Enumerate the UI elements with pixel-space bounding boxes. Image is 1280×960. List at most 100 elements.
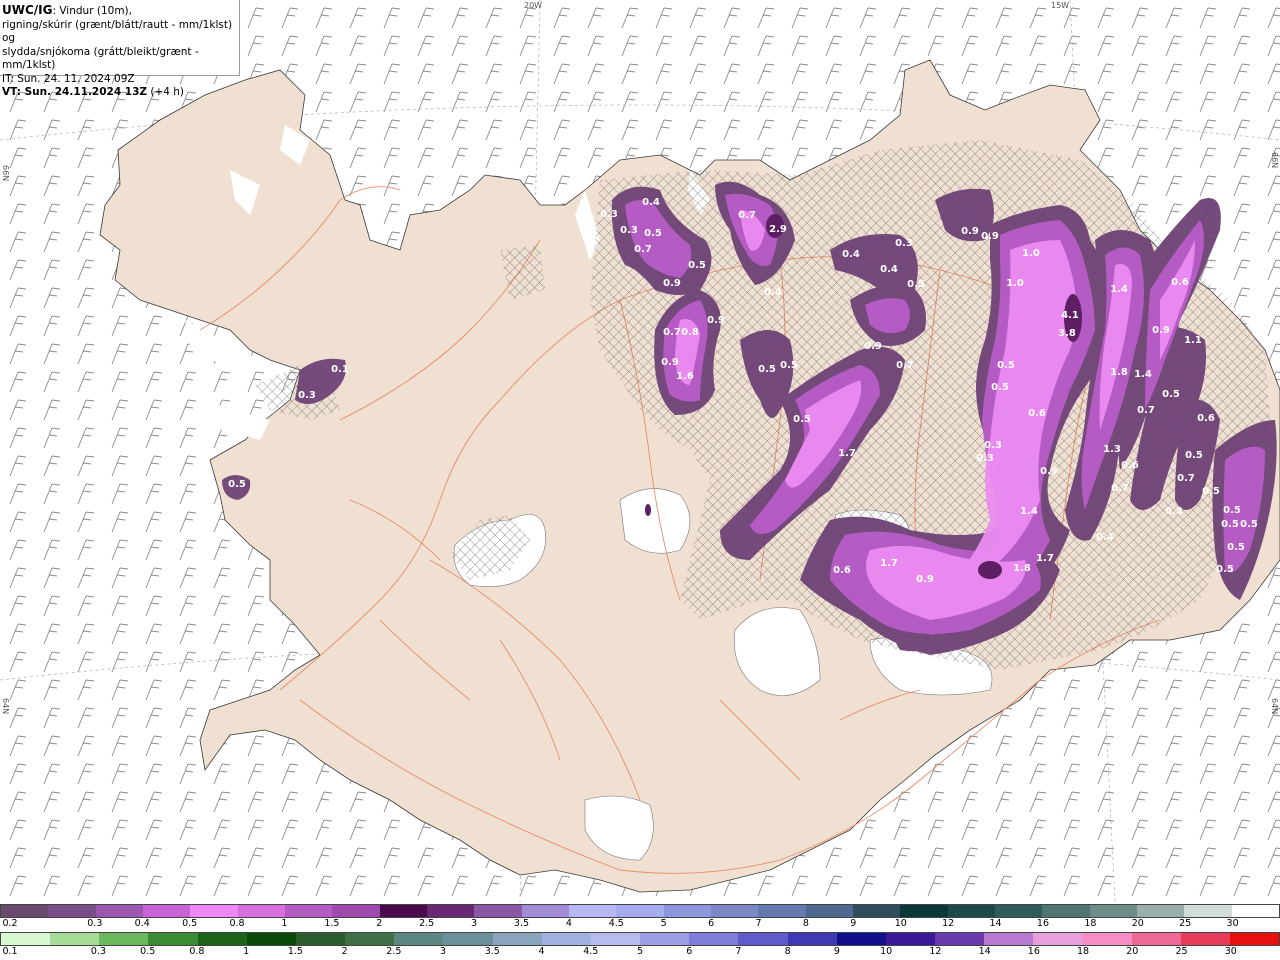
- snow-swatch: [521, 905, 569, 917]
- rain-swatch: [1, 933, 51, 945]
- precip-value-label: 3.8: [1058, 328, 1076, 339]
- precip-value-label: 1.0: [1006, 278, 1024, 289]
- precip-value-label: 0.5: [1223, 505, 1241, 516]
- snow-tick-label: 10: [894, 918, 907, 929]
- legend-snow-colorbar: [0, 904, 1280, 918]
- rain-swatch: [246, 933, 296, 945]
- snow-swatch: [805, 905, 853, 917]
- precip-value-label: 0.4: [764, 287, 782, 298]
- precip-value-label: 0.4: [642, 197, 660, 208]
- title-line2: rigning/skúrir (grænt/blátt/rautt - mm/1…: [2, 18, 233, 45]
- precip-value-label: 4.1: [1061, 310, 1079, 321]
- legend-rain: 0.1 0.3 0.5 0.8 1 1.5 2 2.5 3 3.5 4 4.5 5 6 7 8 9 10 12 14 1…: [0, 932, 1280, 958]
- snow-swatch: [1231, 905, 1279, 917]
- precip-value-label: 0.4: [880, 264, 898, 275]
- rain-tick-label: 9: [833, 946, 840, 957]
- snow-tick-label: 0.5: [182, 918, 198, 929]
- rain-swatch: [1082, 933, 1132, 945]
- rain-swatch: [885, 933, 935, 945]
- snow-tick-label: 4: [565, 918, 572, 929]
- snow-swatch: [1042, 905, 1090, 917]
- grid-label-15w: 15W: [1051, 1, 1070, 10]
- snow-swatch: [1, 905, 49, 917]
- precip-value-label: 0.5: [997, 360, 1015, 371]
- precip-value-label: 0.5: [688, 260, 706, 271]
- precip-value-label: 0.5: [991, 382, 1009, 393]
- precip-value-label: 1.1: [1184, 335, 1202, 346]
- snow-swatch: [900, 905, 948, 917]
- rain-swatch: [99, 933, 149, 945]
- precip-value-label: 0.1: [331, 364, 349, 375]
- precip-value-label: 0.5: [907, 279, 925, 290]
- precip-value-label: 0.7: [634, 244, 652, 255]
- grid-label-64n-right: 64N: [1270, 698, 1279, 715]
- precip-value-label: 1.8: [1110, 367, 1128, 378]
- title-line3: slydda/snjókoma (grátt/bleikt/grænt - mm…: [2, 45, 199, 72]
- rain-tick-label: 4.5: [583, 946, 599, 957]
- snow-swatch: [379, 905, 427, 917]
- snow-tick-label: 18: [1084, 918, 1097, 929]
- snow-swatch: [237, 905, 285, 917]
- snow-tick-label: 20: [1131, 918, 1144, 929]
- rain-swatch: [836, 933, 886, 945]
- snow-tick-label: 3: [471, 918, 478, 929]
- rain-tick-label: 6: [686, 946, 693, 957]
- precip-value-label: 1.8: [1013, 563, 1031, 574]
- rain-tick-label: 0.5: [140, 946, 156, 957]
- snow-swatch: [1136, 905, 1185, 917]
- precip-value-label: 0.9: [663, 278, 681, 289]
- rain-tick-label: 20: [1126, 946, 1139, 957]
- precip-value-label: 0.3: [298, 390, 316, 401]
- snow-tick-label: 1.5: [324, 918, 340, 929]
- snow-swatch: [190, 905, 238, 917]
- precip-value-label: 0.9: [864, 341, 882, 352]
- snow-tick-label: 0.3: [87, 918, 103, 929]
- precip-value-label: 0.7: [738, 210, 756, 221]
- rain-swatch: [541, 933, 591, 945]
- map-canvas: 0.40.30.3 0.50.70.90.50.72.90.40.40.40.30…: [0, 0, 1280, 902]
- grid-label-66n-right: 66N: [1270, 152, 1279, 169]
- rain-swatch: [640, 933, 690, 945]
- rain-tick-label: 0.3: [90, 946, 107, 957]
- precip-value-label: 0.4: [842, 249, 860, 260]
- rain-tick-label: 1.5: [287, 946, 303, 957]
- legend-rain-ticks: 0.1 0.3 0.5 0.8 1 1.5 2 2.5 3 3.5 4 4.5 5 6 7 8 9 10 12 14 1…: [0, 946, 1280, 958]
- rain-tick-label: 18: [1077, 946, 1090, 957]
- precip-value-label: 0.7: [663, 327, 681, 338]
- rain-swatch: [934, 933, 985, 945]
- rain-tick-label: 8: [784, 946, 791, 957]
- precip-value-label: 0.7: [896, 360, 914, 371]
- snow-tick-label: 3.5: [513, 918, 530, 929]
- rain-tick-label: 3: [440, 946, 447, 957]
- rain-swatch: [50, 933, 100, 945]
- rain-tick-label: 3.5: [484, 946, 500, 957]
- grid-label-66n-left: 66N: [1, 165, 10, 182]
- legend-snow: 0.2 0.3 0.4 0.5 0.8 1 1.5 2 2.5 3 3.5 4 4.5 5 6 7 8 9 10 12…: [0, 904, 1280, 930]
- rain-swatch: [295, 933, 346, 945]
- precip-value-label: 0.8: [681, 327, 699, 338]
- rain-tick-label: 2: [341, 946, 348, 957]
- precip-value-label: 0.7: [1137, 405, 1155, 416]
- precip-value-label: 1.7: [1036, 553, 1054, 564]
- precip-value-label: 0.6: [1028, 408, 1046, 419]
- precip-value-label: 0.6: [1171, 277, 1189, 288]
- precip-value-label: 0.5: [644, 228, 662, 239]
- snow-tick-label: 2.5: [419, 918, 435, 929]
- rain-tick-label: 14: [978, 946, 991, 957]
- rain-tick-label: 12: [929, 946, 942, 957]
- precip-value-label: 1.7: [838, 448, 856, 459]
- snow-swatch: [332, 905, 380, 917]
- snow-swatch: [142, 905, 191, 917]
- snow-tick-label: 14: [989, 918, 1002, 929]
- precip-value-label: 0.5: [793, 414, 811, 425]
- snow-tick-label: 1: [281, 918, 288, 929]
- precip-value-label: 0.6: [833, 565, 851, 576]
- snow-tick-label: 0.8: [229, 918, 245, 929]
- grid-label-20w: 20W: [524, 1, 543, 10]
- rain-tick-label: 5: [636, 946, 644, 957]
- precip-value-label: 0.5: [228, 479, 246, 490]
- snow-tick-label: 0.4: [134, 918, 150, 929]
- precip-value-label: 0.9: [916, 574, 934, 585]
- valid-time: VT: Sun. 24.11.2024 13Z: [2, 86, 148, 98]
- precip-value-label: 0.3: [1165, 506, 1183, 517]
